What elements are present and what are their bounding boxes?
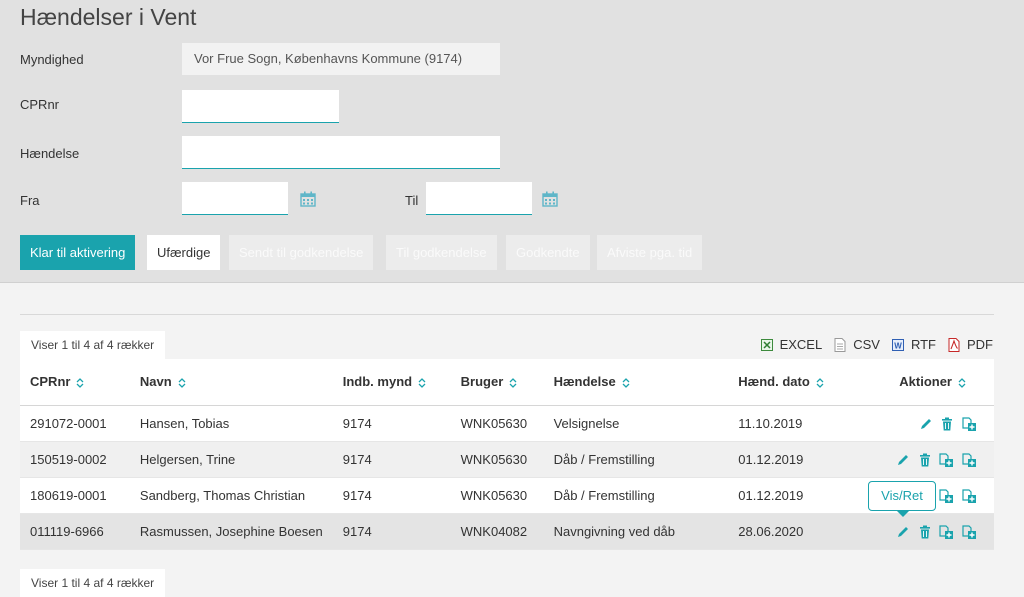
cell-cprnr: 150519-0002 (20, 441, 130, 478)
cprnr-input[interactable] (182, 90, 339, 123)
cell-navn: Hansen, Tobias (129, 405, 333, 442)
cell-indb: 9174 (332, 405, 451, 442)
sort-icon (622, 377, 630, 388)
page-title: Hændelser i Vent (20, 4, 197, 30)
myndighed-label: Myndighed (20, 52, 84, 67)
copy-add-icon[interactable] (962, 417, 976, 431)
cell-bruger: WNK05630 (450, 441, 544, 478)
cell-indb: 9174 (332, 441, 451, 478)
pencil-icon[interactable] (896, 525, 910, 539)
trash-icon[interactable] (919, 525, 931, 539)
filter-ufaerdige-button[interactable]: Ufærdige (147, 235, 221, 270)
header-haendelse[interactable]: Hændelse (543, 359, 729, 406)
cell-dato: 01.12.2019 (728, 441, 861, 478)
divider (20, 314, 994, 315)
cell-haendelse: Velsignelse (543, 405, 729, 442)
cell-actions (860, 513, 994, 550)
cell-indb: 9174 (332, 513, 451, 550)
csv-file-icon (834, 337, 846, 352)
copy-add-icon[interactable] (962, 489, 976, 503)
pagination-info-bottom: Viser 1 til 4 af 4 rækker (20, 569, 166, 597)
tooltip-arrow (896, 510, 910, 517)
pencil-icon[interactable] (896, 453, 910, 467)
cell-dato: 11.10.2019 (728, 405, 861, 442)
cell-haendelse: Dåb / Fremstilling (543, 477, 729, 514)
filter-afviste-button[interactable]: Afviste pga. tid (597, 235, 703, 270)
table-row[interactable]: 011119-6966 Rasmussen, Josephine Boesen … (20, 513, 994, 550)
cell-cprnr: 011119-6966 (20, 513, 130, 550)
cprnr-label: CPRnr (20, 97, 60, 112)
haendelse-input[interactable] (182, 136, 500, 169)
pdf-icon (948, 337, 960, 352)
cell-bruger: WNK04082 (450, 513, 544, 550)
sort-icon (418, 377, 426, 388)
cell-haendelse: Navngivning ved dåb (543, 513, 729, 550)
trash-icon[interactable] (919, 453, 931, 467)
table-row[interactable]: 291072-0001 Hansen, Tobias 9174 WNK05630… (20, 405, 994, 442)
cell-bruger: WNK05630 (450, 477, 544, 514)
header-bruger[interactable]: Bruger (450, 359, 544, 406)
sort-icon (178, 377, 186, 388)
export-excel-label: EXCEL (779, 337, 823, 352)
header-indb-mynd[interactable]: Indb. mynd (332, 359, 451, 406)
cell-navn: Rasmussen, Josephine Boesen (129, 513, 333, 550)
vis-ret-tooltip: Vis/Ret (868, 481, 936, 511)
filter-godkendte-button[interactable]: Godkendte (506, 235, 590, 270)
export-pdf-button[interactable]: PDF (948, 337, 993, 352)
copy-add-icon[interactable] (939, 525, 954, 539)
myndighed-field: Vor Frue Sogn, Københavns Kommune (9174) (182, 43, 500, 75)
pencil-icon[interactable] (919, 417, 933, 431)
haendelse-label: Hændelse (20, 146, 80, 161)
cell-haendelse: Dåb / Fremstilling (543, 441, 729, 478)
filter-klar-til-aktivering-button[interactable]: Klar til aktivering (20, 235, 136, 270)
header-navn[interactable]: Navn (129, 359, 333, 406)
calendar-icon[interactable] (300, 191, 316, 207)
sort-icon (816, 377, 824, 388)
fra-label: Fra (20, 193, 40, 208)
cell-dato: 01.12.2019 (728, 477, 861, 514)
header-aktioner[interactable]: Aktioner (860, 359, 994, 406)
copy-add-icon[interactable] (962, 525, 976, 539)
sort-icon (76, 377, 84, 388)
excel-icon (760, 338, 773, 351)
filter-sendt-til-godkendelse-button[interactable]: Sendt til godkendelse (229, 235, 374, 270)
export-toolbar: EXCEL CSV W RTF PDF (749, 337, 993, 352)
header-haend-dato[interactable]: Hænd. dato (728, 359, 861, 406)
sort-icon (958, 377, 966, 388)
cell-indb: 9174 (332, 477, 451, 514)
cell-actions (860, 441, 994, 478)
trash-icon[interactable] (941, 417, 953, 431)
cell-actions (860, 405, 994, 442)
cell-dato: 28.06.2020 (728, 513, 861, 550)
export-rtf-label: RTF (910, 337, 936, 352)
filter-til-godkendelse-button[interactable]: Til godkendelse (386, 235, 497, 270)
export-csv-label: CSV (853, 337, 880, 352)
cell-navn: Helgersen, Trine (129, 441, 333, 478)
svg-text:W: W (894, 341, 902, 350)
table-header-row: CPRnr Navn Indb. mynd Bruger Hændelse Hæ… (20, 359, 994, 406)
copy-add-icon[interactable] (939, 453, 954, 467)
word-icon: W (891, 338, 904, 351)
cell-bruger: WNK05630 (450, 405, 544, 442)
cell-navn: Sandberg, Thomas Christian (129, 477, 333, 514)
cell-cprnr: 291072-0001 (20, 405, 130, 442)
export-csv-button[interactable]: CSV (834, 337, 880, 352)
til-label: Til (405, 193, 419, 208)
search-panel: Hændelser i Vent Myndighed Vor Frue Sogn… (0, 0, 1024, 283)
calendar-icon[interactable] (542, 191, 558, 207)
table-row[interactable]: 180619-0001 Sandberg, Thomas Christian 9… (20, 477, 994, 514)
cell-cprnr: 180619-0001 (20, 477, 130, 514)
header-cprnr[interactable]: CPRnr (20, 359, 130, 406)
events-table: CPRnr Navn Indb. mynd Bruger Hændelse Hæ… (20, 359, 994, 550)
export-rtf-button[interactable]: W RTF (891, 337, 936, 352)
export-excel-button[interactable]: EXCEL (760, 337, 823, 352)
table-row[interactable]: 150519-0002 Helgersen, Trine 9174 WNK056… (20, 441, 994, 478)
til-date-input[interactable] (426, 182, 532, 215)
fra-date-input[interactable] (182, 182, 288, 215)
export-pdf-label: PDF (967, 337, 993, 352)
copy-add-icon[interactable] (939, 489, 954, 503)
sort-icon (509, 377, 517, 388)
copy-add-icon[interactable] (962, 453, 976, 467)
pagination-info-top: Viser 1 til 4 af 4 rækker (20, 331, 166, 359)
